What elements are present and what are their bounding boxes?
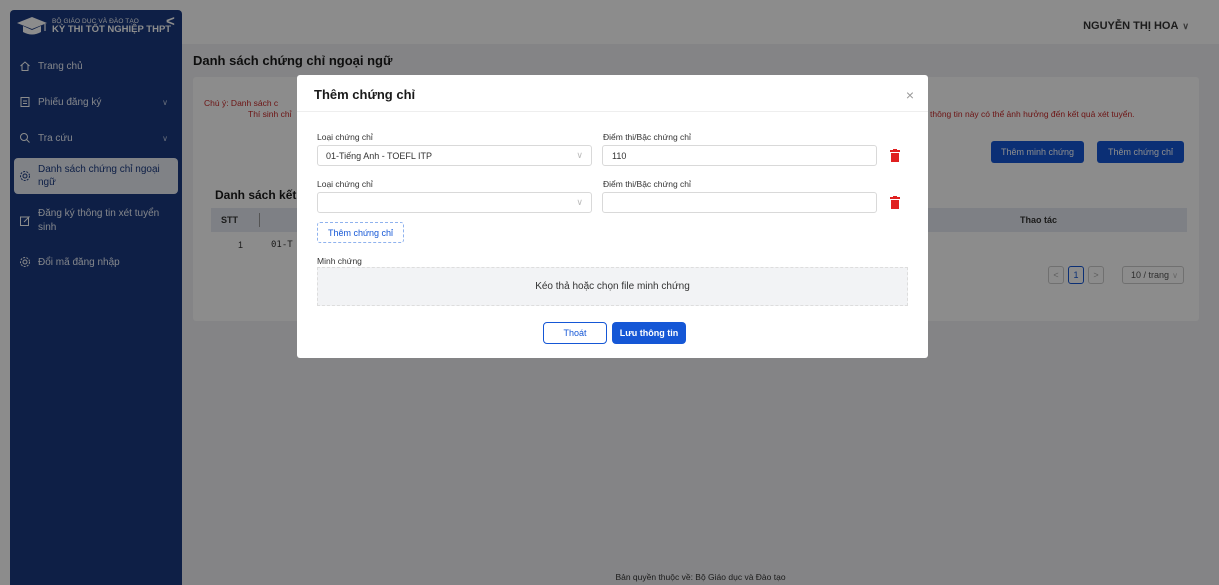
- upload-text: Kéo thả hoặc chọn file minh chứng: [535, 281, 690, 292]
- score-label: Điểm thi/Bậc chứng chỉ: [603, 179, 691, 189]
- evidence-upload-dropzone[interactable]: Kéo thả hoặc chọn file minh chứng: [317, 267, 908, 306]
- modal-divider: [297, 111, 928, 112]
- save-button[interactable]: Lưu thông tin: [612, 322, 686, 344]
- certificate-type-select[interactable]: ∨: [317, 192, 592, 213]
- delete-row-icon[interactable]: [890, 149, 900, 162]
- certificate-type-value: 01-Tiếng Anh - TOEFL ITP: [326, 150, 433, 161]
- modal-title: Thêm chứng chỉ: [314, 87, 416, 102]
- score-input[interactable]: 110: [602, 145, 877, 166]
- add-certificate-row-button[interactable]: Thêm chứng chỉ: [317, 222, 404, 243]
- chevron-down-icon: ∨: [576, 150, 583, 160]
- close-icon[interactable]: ×: [906, 88, 914, 102]
- evidence-label: Minh chứng: [317, 256, 362, 266]
- add-certificate-modal: Thêm chứng chỉ × Loại chứng chỉ Điểm thi…: [297, 75, 928, 358]
- certificate-type-label: Loại chứng chỉ: [317, 132, 373, 142]
- certificate-type-select[interactable]: 01-Tiếng Anh - TOEFL ITP ∨: [317, 145, 592, 166]
- score-label: Điểm thi/Bậc chứng chỉ: [603, 132, 691, 142]
- chevron-down-icon: ∨: [576, 197, 583, 207]
- certificate-type-label: Loại chứng chỉ: [317, 179, 373, 189]
- score-input[interactable]: [602, 192, 877, 213]
- delete-row-icon[interactable]: [890, 196, 900, 209]
- score-value: 110: [612, 150, 627, 161]
- exit-button[interactable]: Thoát: [543, 322, 607, 344]
